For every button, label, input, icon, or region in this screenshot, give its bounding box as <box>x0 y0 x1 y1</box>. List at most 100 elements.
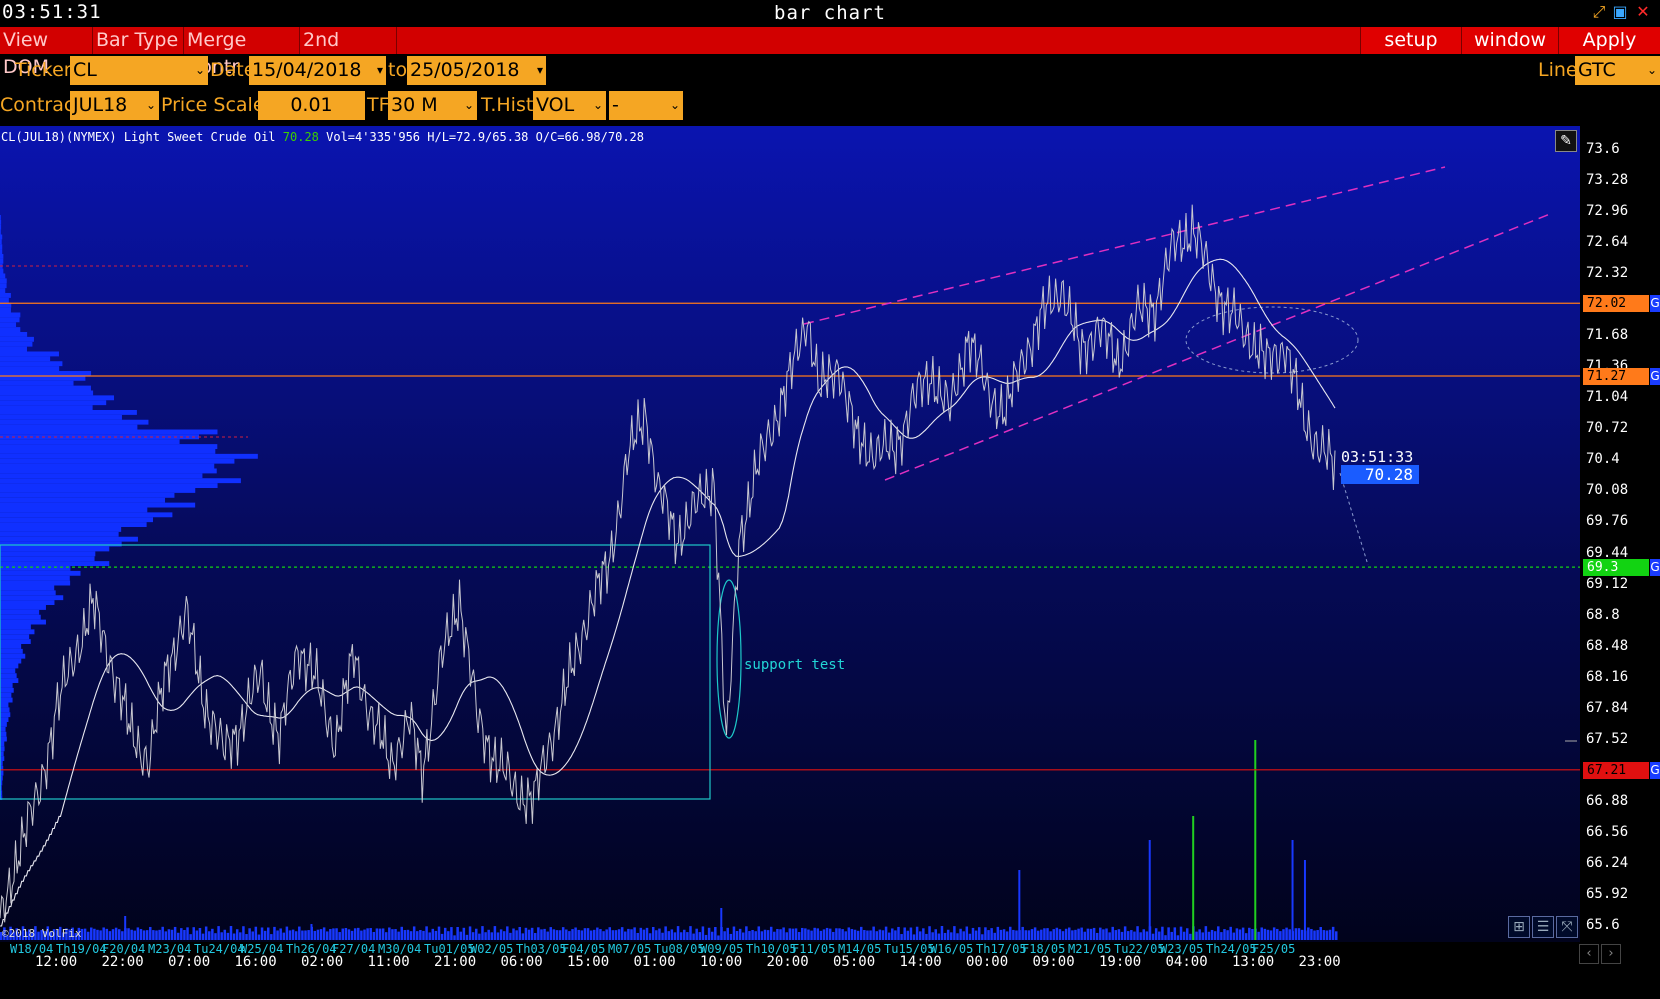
window-button[interactable]: window <box>1461 27 1558 54</box>
minimize-icon[interactable]: ⤢ <box>1590 3 1608 21</box>
price-chart[interactable] <box>0 126 1660 944</box>
level-badge[interactable]: 67.21 <box>1583 761 1649 779</box>
contract-select[interactable]: JUL18 ⌄ <box>70 91 159 120</box>
volume-bar <box>1086 928 1090 940</box>
volume-bar <box>344 927 348 940</box>
level-badge[interactable]: 72.02 <box>1583 295 1649 313</box>
volume-bar <box>552 929 556 940</box>
date-from-field[interactable]: 15/04/2018 ▾ <box>249 56 386 85</box>
profile-bar <box>0 546 110 552</box>
volume-bar <box>1210 929 1214 940</box>
chevron-down-icon: ▾ <box>536 63 543 77</box>
profile-bar <box>0 595 64 601</box>
y-tick-label: 70.4 <box>1586 451 1620 468</box>
y-tick-label: 67.84 <box>1586 699 1629 716</box>
volume-bar <box>273 926 276 940</box>
grid-icon[interactable]: ⊞ <box>1508 916 1530 938</box>
volume-bar <box>521 933 525 940</box>
volume-bar <box>1235 928 1239 940</box>
volume-bar <box>530 927 534 940</box>
volume-bar <box>1207 931 1211 940</box>
volume-bar <box>1049 931 1052 940</box>
volume-bar <box>887 932 891 940</box>
extra-select[interactable]: - ⌄ <box>609 91 683 120</box>
y-tick-label: 72.96 <box>1586 203 1629 220</box>
volume-bar <box>1164 935 1167 940</box>
setup-button[interactable]: setup <box>1360 27 1461 54</box>
fullscreen-icon[interactable]: ⤧ <box>1556 916 1578 938</box>
x-time-label: 07:00 <box>168 954 211 970</box>
volume-bar <box>117 929 121 940</box>
level-badge[interactable]: 69.3 <box>1583 559 1649 577</box>
volume-bar <box>679 932 683 940</box>
y-tick-label: 73.28 <box>1586 172 1629 189</box>
volume-bar <box>667 931 670 940</box>
price-scale-field[interactable]: 0.01 <box>258 91 365 120</box>
y-tick-label: 66.88 <box>1586 792 1629 809</box>
ticker-label: Ticker <box>15 59 72 81</box>
volume-bar <box>130 929 133 940</box>
profile-bar <box>0 317 20 323</box>
menu-2nd-chart[interactable]: 2nd Chart <box>300 27 397 78</box>
volume-bar <box>816 928 820 940</box>
volume-bar <box>673 932 677 940</box>
volume-bar <box>897 926 900 940</box>
tf-select[interactable]: 30 M ⌄ <box>388 91 477 120</box>
volume-bar <box>574 927 577 940</box>
scroll-right-icon[interactable]: › <box>1601 944 1621 964</box>
volume-bar <box>540 929 543 940</box>
thist-value: VOL <box>536 94 575 116</box>
thist-select[interactable]: VOL ⌄ <box>533 91 606 120</box>
maximize-icon[interactable]: ▣ <box>1611 3 1629 21</box>
pencil-icon[interactable]: ✎ <box>1555 130 1577 152</box>
volume-bar <box>583 928 587 940</box>
volume-bar <box>1133 931 1136 940</box>
volume-bar <box>689 926 692 940</box>
support-test-annotation: support test <box>744 657 846 673</box>
volume-bar <box>1288 929 1291 940</box>
volume-bar <box>1204 926 1208 940</box>
volume-bar <box>99 930 102 940</box>
volume-bar <box>577 929 580 940</box>
close-icon[interactable]: ✕ <box>1634 3 1652 21</box>
menu-view-dom[interactable]: View DOM <box>0 27 93 78</box>
volume-bar <box>993 932 996 940</box>
profile-bar <box>0 561 110 566</box>
volume-bar <box>319 929 323 940</box>
volume-bar <box>599 929 602 940</box>
chart-settings-icon[interactable]: ☰ <box>1532 916 1554 938</box>
profile-bar <box>0 663 19 669</box>
volume-bar <box>403 930 407 940</box>
volume-bar <box>534 933 537 940</box>
volume-bar <box>1179 926 1183 940</box>
volume-bar <box>304 930 307 940</box>
volume-bar <box>605 929 608 940</box>
line-select[interactable]: GTC ⌄ <box>1575 56 1660 85</box>
menu-bar-type[interactable]: Bar Type <box>93 27 184 54</box>
level-badge[interactable]: 71.27 <box>1583 368 1649 385</box>
volume-bar <box>254 926 258 940</box>
x-time-label: 22:00 <box>101 954 144 970</box>
volume-bar <box>937 933 941 940</box>
volume-bar <box>127 928 130 940</box>
volume-bar <box>335 928 338 940</box>
profile-bar <box>0 390 94 396</box>
volume-bar <box>1030 929 1034 940</box>
apply-button[interactable]: Apply <box>1558 27 1660 54</box>
profile-bar <box>0 288 6 293</box>
ticker-select[interactable]: CL ⌄ <box>70 56 208 85</box>
volume-bar <box>732 926 736 940</box>
price-scale-label: Price Scale <box>161 94 265 116</box>
volume-bar <box>1058 929 1062 940</box>
volume-bar <box>239 932 242 940</box>
profile-bar <box>0 439 180 445</box>
scroll-left-icon[interactable]: ‹ <box>1579 944 1599 964</box>
volume-bar <box>459 931 462 940</box>
menu-merge-contr[interactable]: Merge Contr <box>184 27 300 78</box>
volume-bar <box>639 927 643 940</box>
date-to-field[interactable]: 25/05/2018 ▾ <box>407 56 546 85</box>
volume-bar <box>363 929 366 940</box>
volume-bar <box>490 932 494 940</box>
volume-bar <box>847 927 851 940</box>
volume-bar <box>617 929 621 940</box>
